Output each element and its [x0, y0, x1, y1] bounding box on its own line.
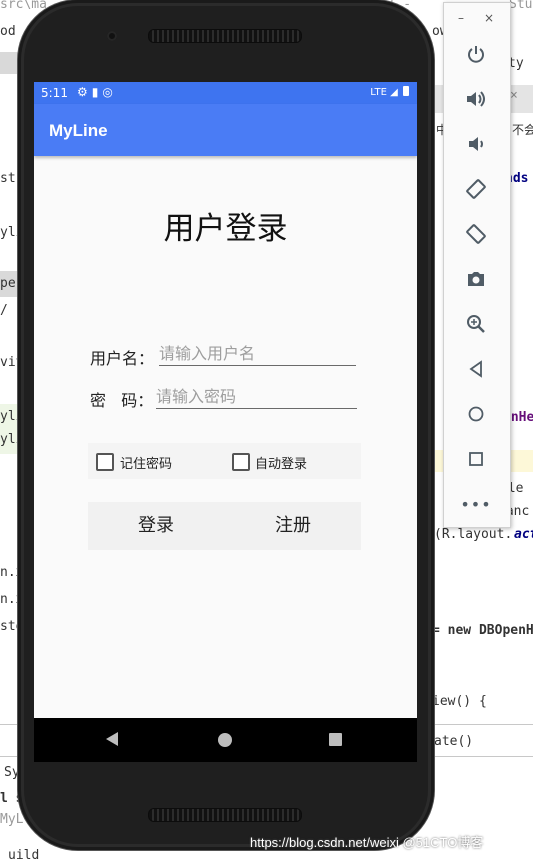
top-speaker	[148, 29, 302, 43]
register-button[interactable]: 注册	[225, 502, 361, 550]
rotate-left-icon[interactable]	[461, 174, 491, 204]
overview-icon[interactable]	[461, 444, 491, 474]
status-bar: 5:11 ⚙▮◎ LTE ◢	[34, 82, 417, 104]
action-buttons: 登录 注册	[88, 502, 361, 550]
login-button[interactable]: 登录	[88, 502, 224, 550]
username-label: 用户名：	[90, 349, 155, 368]
ide-text: ate()	[434, 734, 474, 749]
ide-text: iew() {	[432, 694, 487, 709]
zoom-icon[interactable]	[461, 309, 491, 339]
sync-icon: ◎	[102, 85, 117, 99]
ide-text: MyL	[0, 812, 24, 827]
volume-up-icon[interactable]	[461, 84, 491, 114]
ide-title-right: Stu	[509, 0, 533, 12]
auto-login-checkbox[interactable]	[232, 453, 250, 471]
ide-path-text: src\ma	[0, 0, 47, 12]
volume-down-icon[interactable]	[461, 129, 491, 159]
status-right-icons: LTE ◢	[370, 86, 409, 98]
back-icon[interactable]	[106, 732, 118, 746]
options-row: 记住密码 自动登录	[88, 443, 361, 479]
remember-password-label[interactable]: 记住密码	[120, 453, 172, 472]
ide-text: = new DBOpenH	[432, 623, 533, 638]
overview-icon[interactable]	[329, 733, 342, 746]
minimize-button[interactable]: –	[458, 11, 464, 25]
front-camera	[107, 31, 117, 41]
ide-text: /	[0, 303, 8, 318]
app-bar: MyLine	[34, 104, 417, 156]
emulator-toolbar: – × •••	[443, 2, 511, 528]
status-notification-icons: ⚙▮◎	[77, 85, 117, 99]
home-icon[interactable]	[218, 733, 232, 747]
rotate-right-icon[interactable]	[461, 219, 491, 249]
sd-card-icon: ▮	[91, 85, 103, 99]
auto-login-label[interactable]: 自动登录	[255, 453, 307, 472]
ide-text: (R.layout.	[434, 527, 513, 542]
password-label: 密 码：	[90, 391, 154, 410]
battery-icon	[403, 86, 409, 96]
more-icon[interactable]: •••	[460, 489, 491, 519]
phone-screen: 5:11 ⚙▮◎ LTE ◢ MyLine 用户登录 用户名： 密 码： 记住密…	[34, 82, 417, 762]
navigation-bar	[34, 718, 417, 762]
username-input[interactable]	[159, 344, 356, 366]
ide-text: 不会	[512, 123, 533, 137]
remember-password-checkbox[interactable]	[96, 453, 114, 471]
home-icon[interactable]	[461, 399, 491, 429]
bottom-speaker	[148, 808, 302, 822]
camera-icon[interactable]	[461, 264, 491, 294]
settings-icon: ⚙	[77, 85, 92, 99]
login-title: 用户登录	[163, 211, 288, 247]
ide-text: act	[514, 527, 533, 542]
watermark: https://blog.csdn.net/weixi @51CTO博客	[250, 835, 484, 850]
power-icon[interactable]	[461, 39, 491, 69]
ide-text: uild	[8, 848, 40, 863]
app-title: MyLine	[49, 121, 108, 140]
ide-text: od	[0, 24, 16, 39]
back-icon[interactable]	[461, 354, 491, 384]
password-input[interactable]	[156, 387, 357, 409]
network-type: LTE	[370, 87, 387, 98]
close-button[interactable]: ×	[484, 11, 494, 25]
signal-icon: ◢	[390, 87, 398, 98]
ide-tab-close-icon[interactable]: ×	[510, 88, 518, 103]
status-time: 5:11	[41, 86, 68, 100]
